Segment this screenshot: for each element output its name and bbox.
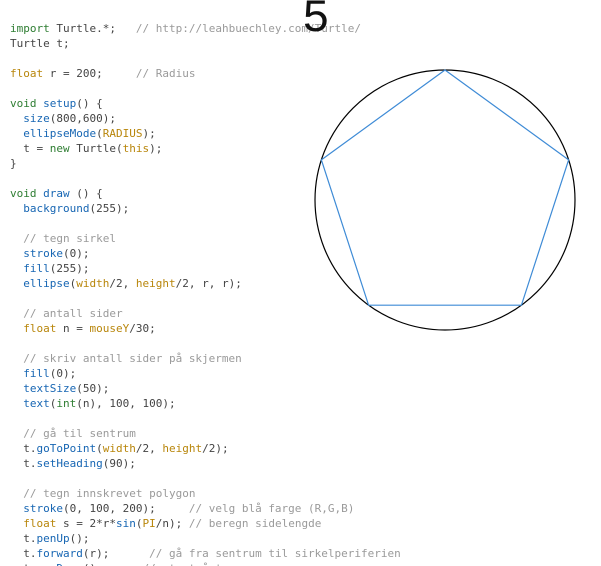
- obj-t: t.: [23, 442, 36, 455]
- rest: /n);: [156, 517, 189, 530]
- args: ();: [70, 532, 90, 545]
- comment: // Radius: [136, 67, 196, 80]
- sketch-output[interactable]: 5: [300, 30, 590, 340]
- brace-open: () {: [70, 187, 103, 200]
- kw-float: float: [10, 67, 43, 80]
- paren-close: );: [149, 142, 162, 155]
- comment: // velg blå farge (R,G,B): [189, 502, 355, 515]
- args: (0, 100, 200);: [63, 502, 156, 515]
- kw-import: import: [10, 22, 50, 35]
- pkg-name: Turtle.*;: [56, 22, 116, 35]
- rest: /2);: [202, 442, 229, 455]
- eq: =: [70, 322, 90, 335]
- kw-new: new: [50, 142, 70, 155]
- fn-fill: fill: [23, 367, 50, 380]
- var-height: height: [136, 277, 176, 290]
- fn-forward: forward: [37, 547, 83, 560]
- sketch-canvas: [300, 30, 590, 340]
- fn-setup: setup: [43, 97, 76, 110]
- eq: =: [30, 142, 50, 155]
- paren: (: [96, 442, 103, 455]
- fn-text: text: [23, 397, 50, 410]
- comment: // gå til sentrum: [23, 427, 136, 440]
- fn-gotopoint: goToPoint: [37, 442, 97, 455]
- obj-t: t.: [23, 562, 36, 566]
- sides-count-display: 5: [302, 12, 330, 27]
- kw-void: void: [10, 97, 37, 110]
- kw-float: float: [23, 517, 56, 530]
- var-width: width: [103, 442, 136, 455]
- comment: // tegn sirkel: [23, 232, 116, 245]
- args: (50);: [76, 382, 109, 395]
- d2: /2,: [136, 442, 163, 455]
- fn-stroke: stroke: [23, 502, 63, 515]
- const-pi: PI: [142, 517, 155, 530]
- comment: // antall sider: [23, 307, 122, 320]
- var-s: s: [63, 517, 70, 530]
- fn-setheading: setHeading: [37, 457, 103, 470]
- app-window: import Turtle.*; // http://leahbuechley.…: [0, 0, 601, 566]
- var-height: height: [162, 442, 202, 455]
- eq: = 2*r*: [70, 517, 116, 530]
- args: (r);: [83, 547, 110, 560]
- num-200: 200: [76, 67, 96, 80]
- obj-t: t.: [23, 532, 36, 545]
- args: ();: [83, 562, 103, 566]
- comment: // gå fra sentrum til sirkelperiferien: [149, 547, 401, 560]
- fn-textsize: textSize: [23, 382, 76, 395]
- comment: // start å tegne: [142, 562, 248, 566]
- eq: =: [56, 67, 76, 80]
- args: (255);: [50, 262, 90, 275]
- paren-close: );: [142, 127, 155, 140]
- const-radius: RADIUS: [103, 127, 143, 140]
- args: (0);: [50, 367, 77, 380]
- obj-t: t.: [23, 547, 36, 560]
- kw-float: float: [23, 322, 56, 335]
- rest: (n), 100, 100);: [76, 397, 175, 410]
- type-turtle: Turtle: [76, 142, 116, 155]
- var-width: width: [76, 277, 109, 290]
- kw-int: int: [56, 397, 76, 410]
- args: (255);: [89, 202, 129, 215]
- fn-ellipse: ellipse: [23, 277, 69, 290]
- args: (90);: [103, 457, 136, 470]
- fn-size: size: [23, 112, 50, 125]
- circle-shape: [315, 70, 575, 330]
- semi: ;: [96, 67, 103, 80]
- decl-t: t;: [56, 37, 69, 50]
- type-turtle: Turtle: [10, 37, 50, 50]
- var-n: n: [63, 322, 70, 335]
- args: (800,600);: [50, 112, 116, 125]
- fn-fill: fill: [23, 262, 50, 275]
- fn-penup: penUp: [37, 532, 70, 545]
- d2: /2,: [109, 277, 136, 290]
- fn-pendown: penDown: [37, 562, 83, 566]
- comment: // skriv antall sider på skjermen: [23, 352, 242, 365]
- rest: /30;: [129, 322, 156, 335]
- fn-stroke: stroke: [23, 247, 63, 260]
- kw-this: this: [123, 142, 150, 155]
- kw-void: void: [10, 187, 37, 200]
- fn-sin: sin: [116, 517, 136, 530]
- var-mousey: mouseY: [90, 322, 130, 335]
- fn-background: background: [23, 202, 89, 215]
- brace-close: }: [10, 157, 17, 170]
- obj-t: t.: [23, 457, 36, 470]
- comment: // beregn sidelengde: [189, 517, 321, 530]
- fn-ellipsemode: ellipseMode: [23, 127, 96, 140]
- rest: /2, r, r);: [176, 277, 242, 290]
- fn-draw: draw: [43, 187, 70, 200]
- paren: (: [96, 127, 103, 140]
- var-t: t: [23, 142, 30, 155]
- args: (0);: [63, 247, 90, 260]
- paren: (: [116, 142, 123, 155]
- comment: // tegn innskrevet polygon: [23, 487, 195, 500]
- brace-open: () {: [76, 97, 103, 110]
